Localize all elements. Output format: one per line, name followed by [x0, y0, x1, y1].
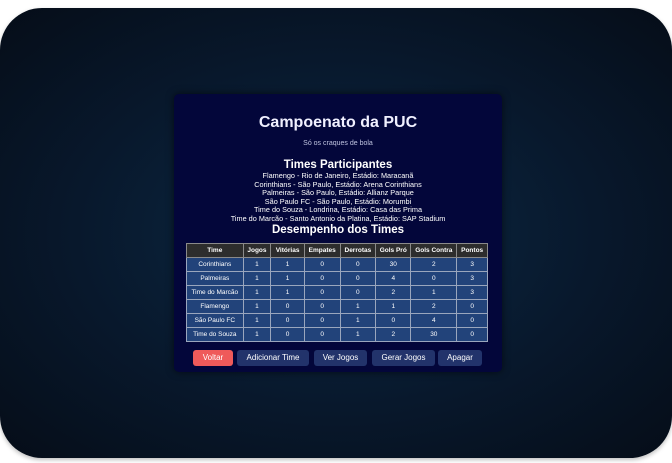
- cell-draws: 0: [303, 327, 341, 342]
- column-header-draws: Empates: [303, 243, 341, 258]
- cell-games: 1: [242, 285, 272, 300]
- cell-goals-for: 1: [375, 299, 412, 314]
- table-row: Time do Marcão 1 1 0 0 2 1 3: [186, 285, 488, 300]
- view-games-button[interactable]: Ver Jogos: [314, 350, 367, 366]
- column-header-team: Time: [186, 243, 244, 258]
- add-team-button[interactable]: Adicionar Time: [237, 350, 309, 366]
- cell-team: São Paulo FC: [186, 313, 244, 328]
- cell-goals-for: 30: [375, 257, 412, 272]
- cell-losses: 1: [339, 299, 377, 314]
- cell-team: Corinthians: [186, 257, 244, 272]
- cell-draws: 0: [303, 313, 341, 328]
- cell-goals-against: 2: [410, 257, 458, 272]
- team-item: Time do Marcão - Santo Antonio da Platin…: [230, 213, 446, 223]
- cell-points: 3: [456, 271, 488, 286]
- cell-points: 0: [456, 327, 488, 342]
- page-subtitle: Só os craques de bola: [303, 140, 373, 147]
- cell-wins: 0: [270, 299, 305, 314]
- column-header-wins: Vitórias: [270, 243, 305, 258]
- cell-goals-against: 2: [410, 299, 458, 314]
- generate-games-button[interactable]: Gerar Jogos: [372, 350, 435, 366]
- column-header-points: Pontos: [456, 243, 488, 258]
- cell-games: 1: [242, 327, 272, 342]
- column-header-games: Jogos: [242, 243, 272, 258]
- cell-goals-against: 4: [410, 313, 458, 328]
- cell-team: Time do Marcão: [186, 285, 244, 300]
- cell-games: 1: [242, 313, 272, 328]
- cell-points: 0: [456, 313, 488, 328]
- cell-goals-against: 0: [410, 271, 458, 286]
- cell-losses: 0: [339, 271, 377, 286]
- cell-goals-for: 0: [375, 313, 412, 328]
- cell-goals-against: 1: [410, 285, 458, 300]
- cell-team: Time do Souza: [186, 327, 244, 342]
- cell-goals-for: 2: [375, 327, 412, 342]
- column-header-goals-for: Gols Pró: [375, 243, 412, 258]
- cell-team: Palmeiras: [186, 271, 244, 286]
- cell-losses: 1: [339, 313, 377, 328]
- back-button[interactable]: Voltar: [193, 350, 233, 366]
- cell-goals-for: 2: [375, 285, 412, 300]
- cell-wins: 0: [270, 327, 305, 342]
- cell-wins: 1: [270, 285, 305, 300]
- standings-table: Time Jogos Vitórias Empates Derrotas Gol…: [186, 243, 488, 342]
- performance-heading: Desempenho dos Times: [271, 224, 405, 236]
- table-row: São Paulo FC 1 0 0 1 0 4 0: [186, 313, 488, 328]
- table-row: Time do Souza 1 0 0 1 2 30 0: [186, 327, 488, 342]
- cell-games: 1: [242, 271, 272, 286]
- action-bar: Voltar Adicionar Time Ver Jogos Gerar Jo…: [174, 350, 502, 366]
- cell-points: 3: [456, 285, 488, 300]
- cell-wins: 1: [270, 271, 305, 286]
- page-title: Campoenato da PUC: [258, 114, 418, 131]
- clear-button[interactable]: Apagar: [438, 350, 482, 366]
- championship-card: Campoenato da PUC Só os craques de bola …: [174, 94, 502, 372]
- teams-heading: Times Participantes: [283, 159, 393, 171]
- table-row: Palmeiras 1 1 0 0 4 0 3: [186, 271, 488, 286]
- cell-games: 1: [242, 257, 272, 272]
- column-header-goals-against: Gols Contra: [410, 243, 458, 258]
- cell-losses: 0: [339, 257, 377, 272]
- cell-losses: 0: [339, 285, 377, 300]
- cell-points: 0: [456, 299, 488, 314]
- cell-goals-against: 30: [410, 327, 458, 342]
- cell-wins: 1: [270, 257, 305, 272]
- cell-games: 1: [242, 299, 272, 314]
- cell-draws: 0: [303, 271, 341, 286]
- table-row: Corinthians 1 1 0 0 30 2 3: [186, 257, 488, 272]
- cell-draws: 0: [303, 299, 341, 314]
- cell-draws: 0: [303, 257, 341, 272]
- table-header-row: Time Jogos Vitórias Empates Derrotas Gol…: [186, 243, 488, 258]
- team-list: Flamengo - Rio de Janeiro, Estádio: Mara…: [174, 171, 502, 223]
- cell-team: Flamengo: [186, 299, 244, 314]
- cell-wins: 0: [270, 313, 305, 328]
- cell-draws: 0: [303, 285, 341, 300]
- cell-points: 3: [456, 257, 488, 272]
- screen-frame: Campoenato da PUC Só os craques de bola …: [0, 8, 672, 458]
- cell-goals-for: 4: [375, 271, 412, 286]
- column-header-losses: Derrotas: [339, 243, 377, 258]
- cell-losses: 1: [339, 327, 377, 342]
- table-row: Flamengo 1 0 0 1 1 2 0: [186, 299, 488, 314]
